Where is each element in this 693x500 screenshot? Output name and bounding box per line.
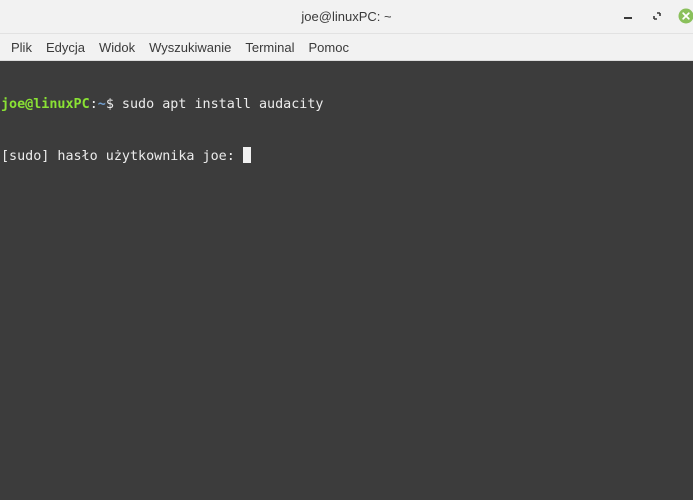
prompt-user-host: joe@linuxPC	[1, 97, 90, 112]
terminal-line-password-prompt: [sudo] hasło użytkownika joe:	[1, 147, 693, 164]
minimize-icon	[624, 17, 632, 19]
menu-terminal[interactable]: Terminal	[238, 37, 301, 58]
prompt-symbol: $	[105, 97, 114, 112]
menu-plik[interactable]: Plik	[4, 37, 39, 58]
title-bar[interactable]: joe@linuxPC: ~	[0, 0, 693, 34]
menu-widok[interactable]: Widok	[92, 37, 142, 58]
terminal-output[interactable]: joe@linuxPC:~$ sudo apt install audacity…	[0, 61, 693, 500]
close-button[interactable]	[678, 8, 693, 24]
maximize-button[interactable]	[649, 8, 665, 24]
maximize-icon	[653, 12, 661, 20]
close-icon	[678, 8, 693, 24]
terminal-line-command: joe@linuxPC:~$ sudo apt install audacity	[1, 96, 693, 113]
terminal-window: joe@linuxPC: ~ Plik Edycja Widok Wyszuki…	[0, 0, 693, 500]
menu-pomoc[interactable]: Pomoc	[301, 37, 355, 58]
command-text: sudo apt install audacity	[113, 97, 324, 112]
terminal-cursor	[242, 147, 251, 163]
menu-edycja[interactable]: Edycja	[39, 37, 92, 58]
prompt-path: ~	[97, 97, 106, 112]
password-prompt-text: [sudo] hasło użytkownika joe:	[1, 149, 243, 164]
menu-bar: Plik Edycja Widok Wyszukiwanie Terminal …	[0, 34, 693, 61]
minimize-button[interactable]	[620, 8, 636, 24]
menu-wyszukiwanie[interactable]: Wyszukiwanie	[142, 37, 238, 58]
window-title: joe@linuxPC: ~	[301, 9, 392, 24]
prompt-separator: :	[89, 97, 98, 112]
